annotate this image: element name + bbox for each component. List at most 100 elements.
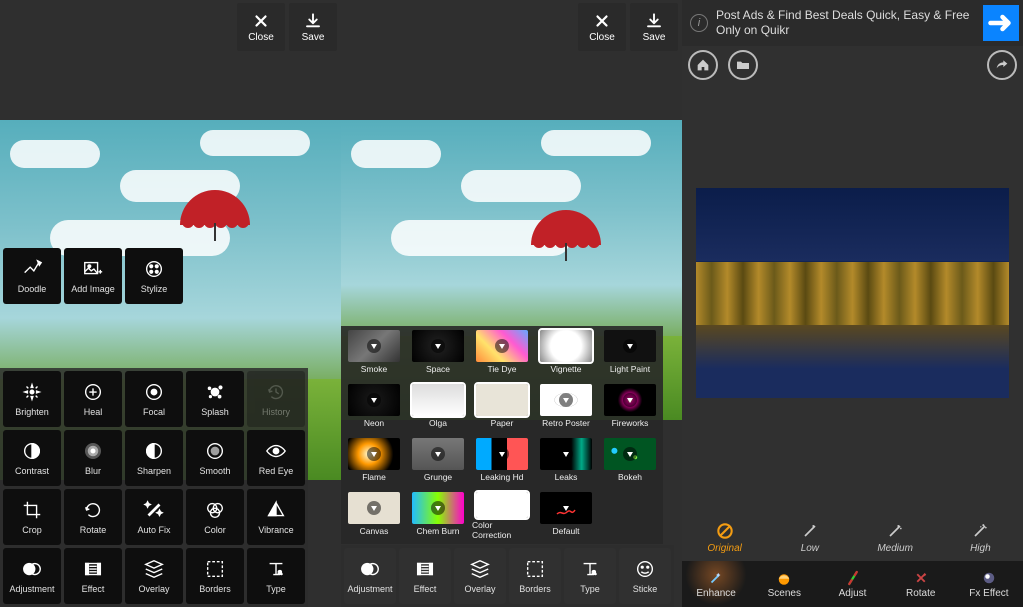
effect-tiedye[interactable]: Tie Dye [472, 330, 532, 378]
share-button[interactable] [987, 50, 1017, 80]
tool-borders[interactable]: Borders [186, 548, 244, 604]
tool-redeye[interactable]: Red Eye [247, 430, 305, 486]
effect-label: Retro Poster [542, 418, 590, 428]
save-label: Save [302, 32, 325, 43]
tool-sharpen[interactable]: Sharpen [125, 430, 183, 486]
effect-label: Color Correction [472, 520, 532, 540]
save-label: Save [643, 32, 666, 43]
bottom-tabs: Enhance ScenesAdjustRotate Fx Effect [682, 561, 1023, 607]
effect-colorcorrection[interactable]: Color Correction [472, 492, 532, 540]
tool-focal[interactable]: Focal [125, 371, 183, 427]
effect-thumb [604, 438, 656, 470]
tool-type[interactable]: aType [247, 548, 305, 604]
tool-heal[interactable]: Heal [64, 371, 122, 427]
tab-rotate[interactable]: Rotate [887, 561, 955, 607]
download-icon [495, 447, 509, 461]
svg-text:a: a [592, 568, 597, 577]
strength-low[interactable]: Low [767, 513, 852, 561]
tool-adjustment[interactable]: Adjustment [344, 548, 396, 604]
effect-label: Chem Burn [417, 526, 460, 536]
tool-label: Effect [414, 584, 437, 594]
strength-medium[interactable]: Medium [853, 513, 938, 561]
save-button[interactable]: Save [630, 3, 678, 51]
tab-adjust[interactable]: Adjust [818, 561, 886, 607]
open-button[interactable] [728, 50, 758, 80]
effect-smoke[interactable]: Smoke [344, 330, 404, 378]
tab-enhance[interactable]: Enhance [682, 561, 750, 607]
tab-scenes[interactable]: Scenes [750, 561, 818, 607]
tool-label: Crop [22, 525, 42, 535]
download-icon [623, 393, 637, 407]
strength-original[interactable]: Original [682, 513, 767, 561]
ad-text: Post Ads & Find Best Deals Quick, Easy &… [716, 8, 983, 38]
effect-neon[interactable]: Neon [344, 384, 404, 432]
tool-label: Vibrance [258, 525, 293, 535]
download-icon [367, 393, 381, 407]
strength-high[interactable]: High [938, 513, 1023, 561]
effect-vignette[interactable]: Vignette [536, 330, 596, 378]
download-icon [559, 447, 573, 461]
tool-sticker[interactable]: Sticke [619, 548, 671, 604]
tool-adjustment[interactable]: Adjustment [3, 548, 61, 604]
tool-label: Type [580, 584, 600, 594]
download-icon [623, 339, 637, 353]
tool-label: Effect [82, 584, 105, 594]
tab-fxeffect[interactable]: Fx Effect [955, 561, 1023, 607]
effect-label: Neon [364, 418, 384, 428]
tab-label: Fx Effect [969, 588, 1008, 599]
tool-label: Sticke [633, 584, 658, 594]
ad-go-button[interactable] [983, 5, 1019, 41]
tool-brighten[interactable]: Brighten [3, 371, 61, 427]
effect-thumb [476, 438, 528, 470]
close-button[interactable]: Close [237, 3, 285, 51]
tool-vibrance[interactable]: Vibrance [247, 489, 305, 545]
effect-canvas[interactable]: Canvas [344, 492, 404, 540]
tool-doodle[interactable]: Doodle [3, 248, 61, 304]
tool-blur[interactable]: Blur [64, 430, 122, 486]
tool-contrast[interactable]: Contrast [3, 430, 61, 486]
tool-smooth[interactable]: Smooth [186, 430, 244, 486]
effect-thumb [604, 384, 656, 416]
tool-label: Auto Fix [137, 525, 170, 535]
close-label: Close [248, 32, 274, 43]
effect-space[interactable]: Space [408, 330, 468, 378]
tool-overlay[interactable]: Overlay [125, 548, 183, 604]
effect-bokeh[interactable]: Bokeh [600, 438, 660, 486]
tool-effect[interactable]: Effect [64, 548, 122, 604]
effect-lightpaint[interactable]: Light Paint [600, 330, 660, 378]
close-label: Close [589, 32, 615, 43]
tool-splash[interactable]: Splash [186, 371, 244, 427]
close-button[interactable]: Close [578, 3, 626, 51]
tool-color[interactable]: Color [186, 489, 244, 545]
tool-add-image[interactable]: Add Image [64, 248, 122, 304]
tool-label: Brighten [15, 407, 49, 417]
effect-thumb [604, 330, 656, 362]
effect-grunge[interactable]: Grunge [408, 438, 468, 486]
home-button[interactable] [688, 50, 718, 80]
tab-label: Enhance [696, 588, 735, 599]
tool-autofix[interactable]: Auto Fix [125, 489, 183, 545]
tool-label: Heal [84, 407, 103, 417]
effect-paper[interactable]: Paper [472, 384, 532, 432]
ad-banner[interactable]: i Post Ads & Find Best Deals Quick, Easy… [682, 0, 1023, 46]
tool-type[interactable]: a Type [564, 548, 616, 604]
tool-overlay[interactable]: Overlay [454, 548, 506, 604]
preview-image[interactable] [696, 188, 1009, 398]
effect-flame[interactable]: Flame [344, 438, 404, 486]
tool-rotate[interactable]: Rotate [64, 489, 122, 545]
save-button[interactable]: Save [289, 3, 337, 51]
tool-label: Borders [199, 584, 231, 594]
tool-label: Doodle [18, 284, 47, 294]
effect-thumb [540, 384, 592, 416]
tool-crop[interactable]: Crop [3, 489, 61, 545]
effect-leakinghd[interactable]: Leaking Hd [472, 438, 532, 486]
effect-retroposter[interactable]: Retro Poster [536, 384, 596, 432]
effect-leaks[interactable]: Leaks [536, 438, 596, 486]
tool-borders[interactable]: Borders [509, 548, 561, 604]
tool-effect[interactable]: Effect [399, 548, 451, 604]
effect-default[interactable]: Default [536, 492, 596, 540]
effect-olga[interactable]: Olga [408, 384, 468, 432]
effect-fireworks[interactable]: Fireworks [600, 384, 660, 432]
tool-stylize[interactable]: Stylize [125, 248, 183, 304]
effect-chemburn[interactable]: Chem Burn [408, 492, 468, 540]
